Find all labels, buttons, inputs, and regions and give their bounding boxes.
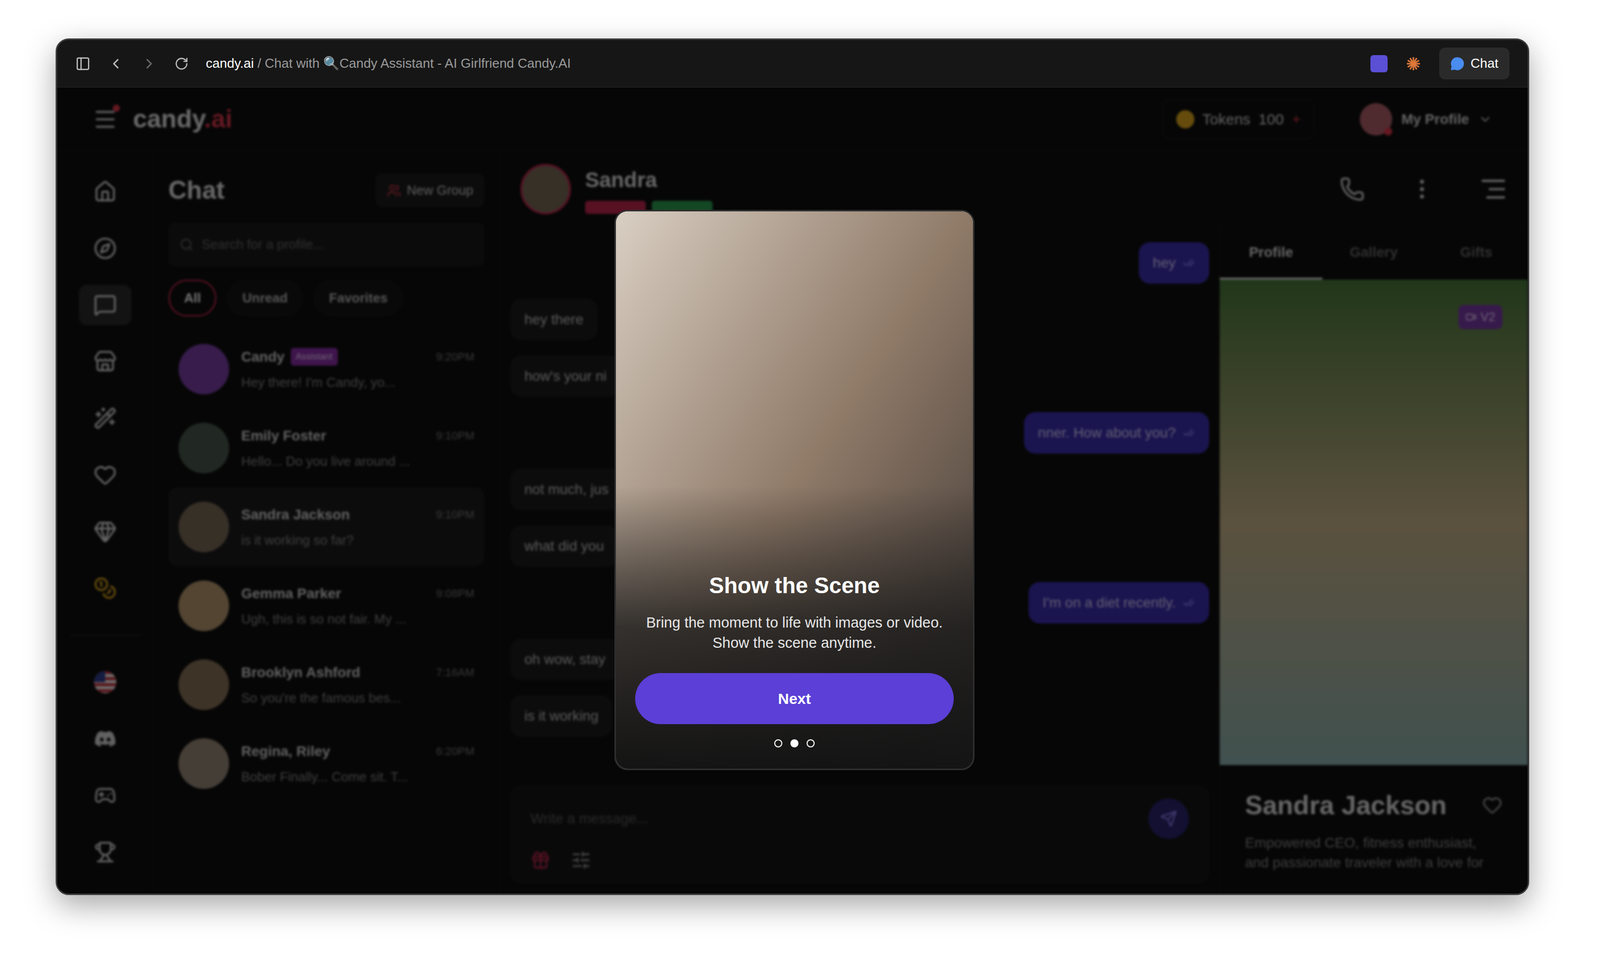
- extension-icon[interactable]: [1370, 55, 1388, 73]
- next-button[interactable]: Next: [635, 673, 954, 725]
- spark-extension-icon[interactable]: [1404, 55, 1422, 73]
- app-area: candy.aiTokens100+My ProfileChatNew Grou…: [57, 87, 1528, 894]
- address-title: / Chat with 🔍Candy Assistant - AI Girlfr…: [253, 55, 571, 71]
- forward-icon[interactable]: [141, 55, 158, 72]
- browser-window: candy.ai / Chat with 🔍Candy Assistant - …: [55, 38, 1530, 896]
- modal-title: Show the Scene: [708, 568, 880, 603]
- browser-toolbar: candy.ai / Chat with 🔍Candy Assistant - …: [57, 39, 1528, 88]
- back-icon[interactable]: [107, 55, 124, 72]
- page: candy.ai / Chat with 🔍Candy Assistant - …: [0, 0, 1600, 979]
- address-bar[interactable]: candy.ai / Chat with 🔍Candy Assistant - …: [205, 53, 1354, 74]
- step-dot[interactable]: [774, 739, 783, 748]
- sidebar-toggle-icon[interactable]: [75, 56, 91, 72]
- modal-description: Bring the moment to life with images or …: [646, 612, 944, 653]
- step-dot[interactable]: [806, 739, 815, 748]
- address-domain: candy.ai: [205, 55, 254, 71]
- step-dot[interactable]: [790, 739, 799, 748]
- reload-icon[interactable]: [174, 56, 189, 71]
- modal-content: Show the Scene Bring the moment to life w…: [615, 568, 973, 769]
- chat-bubble-icon: [1450, 56, 1465, 71]
- step-dots: [774, 739, 815, 748]
- chat-extension-button[interactable]: Chat: [1439, 47, 1510, 80]
- onboarding-modal: Show the Scene Bring the moment to life w…: [614, 209, 975, 771]
